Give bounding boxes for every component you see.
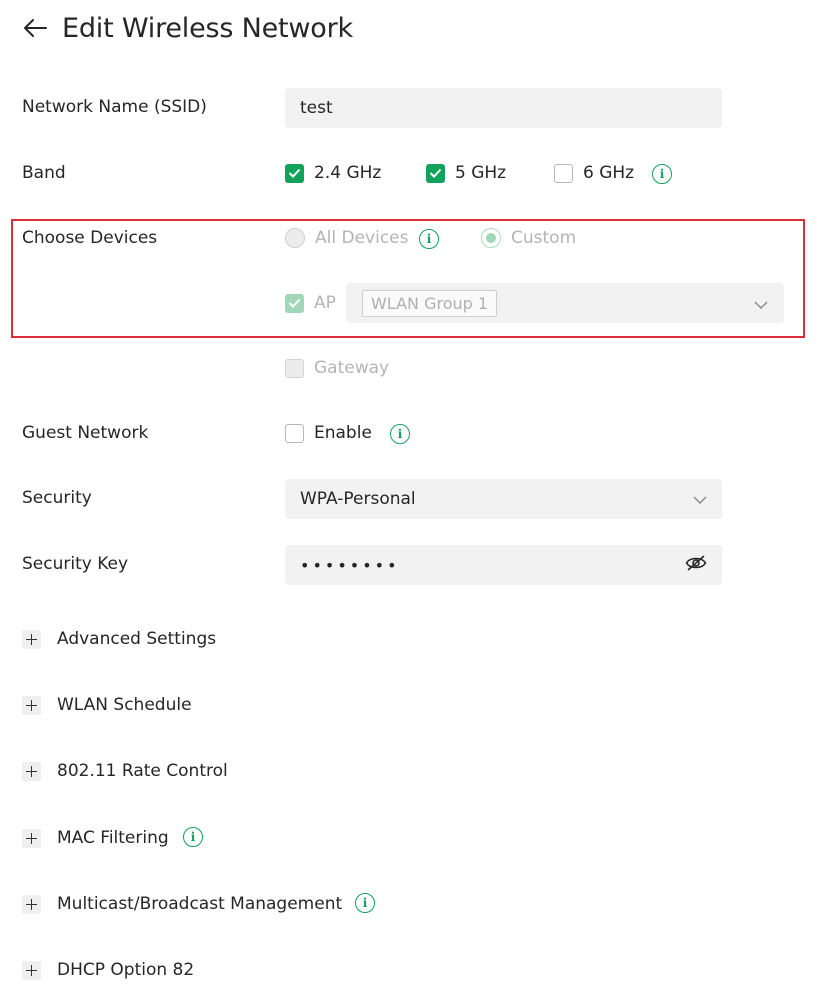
checkbox-unchecked-icon bbox=[285, 358, 304, 378]
info-icon[interactable]: i bbox=[652, 164, 672, 184]
ssid-value: test bbox=[300, 98, 333, 118]
gateway-label: Gateway bbox=[314, 358, 390, 378]
band-24ghz-checkbox[interactable]: 2.4 GHz bbox=[285, 163, 381, 183]
section-label: Advanced Settings bbox=[57, 629, 217, 649]
custom-label: Custom bbox=[511, 228, 577, 248]
wlan-group-tag: WLAN Group 1 bbox=[362, 289, 498, 317]
page-header: Edit Wireless Network bbox=[22, 10, 353, 46]
band-6ghz-checkbox[interactable]: 6 GHz bbox=[554, 163, 634, 183]
plus-icon bbox=[22, 629, 41, 649]
info-icon[interactable]: i bbox=[355, 893, 375, 913]
custom-radio[interactable]: Custom bbox=[481, 228, 576, 248]
band-5ghz-checkbox[interactable]: 5 GHz bbox=[426, 163, 506, 183]
plus-icon bbox=[22, 695, 41, 715]
gateway-checkbox[interactable]: Gateway bbox=[285, 358, 389, 378]
back-arrow-icon[interactable] bbox=[22, 13, 52, 43]
security-value: WPA-Personal bbox=[300, 489, 416, 509]
radio-off-icon bbox=[285, 228, 305, 248]
section-label: Multicast/Broadcast Management bbox=[57, 894, 343, 914]
ssid-label: Network Name (SSID) bbox=[22, 97, 207, 117]
plus-icon bbox=[22, 894, 41, 914]
checkbox-checked-icon bbox=[285, 163, 304, 183]
info-icon[interactable]: i bbox=[419, 229, 439, 249]
plus-icon bbox=[22, 828, 41, 848]
all-devices-label: All Devices bbox=[315, 228, 409, 248]
ssid-input[interactable]: test bbox=[285, 88, 722, 128]
section-dhcp-option-82[interactable]: DHCP Option 82 bbox=[22, 960, 194, 980]
choose-devices-label: Choose Devices bbox=[22, 228, 158, 248]
section-advanced-settings[interactable]: Advanced Settings bbox=[22, 629, 216, 649]
section-label: MAC Filtering bbox=[57, 828, 169, 848]
plus-icon bbox=[22, 761, 41, 781]
section-label: DHCP Option 82 bbox=[57, 960, 195, 980]
section-mac-filtering[interactable]: MAC Filtering bbox=[22, 828, 169, 848]
chevron-down-icon bbox=[754, 294, 768, 313]
chevron-down-icon bbox=[693, 489, 707, 509]
guest-network-label: Guest Network bbox=[22, 423, 149, 443]
all-devices-radio[interactable]: All Devices bbox=[285, 228, 408, 248]
checkbox-unchecked-icon bbox=[285, 423, 304, 443]
security-key-value: •••••••• bbox=[300, 555, 400, 575]
ap-label: AP bbox=[314, 293, 336, 313]
plus-icon bbox=[22, 960, 41, 980]
wlan-group-select[interactable]: WLAN Group 1 bbox=[346, 283, 784, 323]
page-title: Edit Wireless Network bbox=[62, 12, 353, 44]
band-24ghz-label: 2.4 GHz bbox=[314, 163, 382, 183]
section-rate-control[interactable]: 802.11 Rate Control bbox=[22, 761, 228, 781]
checkbox-unchecked-icon bbox=[554, 163, 573, 183]
band-6ghz-label: 6 GHz bbox=[583, 163, 635, 183]
checkbox-checked-icon bbox=[285, 293, 304, 313]
band-5ghz-label: 5 GHz bbox=[455, 163, 507, 183]
checkbox-checked-icon bbox=[426, 163, 445, 183]
band-label: Band bbox=[22, 163, 66, 183]
ap-checkbox[interactable]: AP bbox=[285, 293, 336, 313]
security-select[interactable]: WPA-Personal bbox=[285, 479, 722, 519]
security-key-label: Security Key bbox=[22, 554, 129, 574]
security-key-input[interactable]: •••••••• bbox=[285, 545, 722, 585]
section-multicast-broadcast[interactable]: Multicast/Broadcast Management bbox=[22, 894, 342, 914]
radio-on-icon bbox=[481, 228, 501, 248]
eye-off-icon[interactable] bbox=[685, 554, 707, 576]
security-label: Security bbox=[22, 488, 92, 508]
info-icon[interactable]: i bbox=[183, 827, 203, 847]
info-icon[interactable]: i bbox=[390, 424, 410, 444]
section-label: 802.11 Rate Control bbox=[57, 761, 228, 781]
guest-enable-checkbox[interactable]: Enable bbox=[285, 423, 372, 443]
section-label: WLAN Schedule bbox=[57, 695, 192, 715]
section-wlan-schedule[interactable]: WLAN Schedule bbox=[22, 695, 192, 715]
guest-enable-label: Enable bbox=[314, 423, 372, 443]
